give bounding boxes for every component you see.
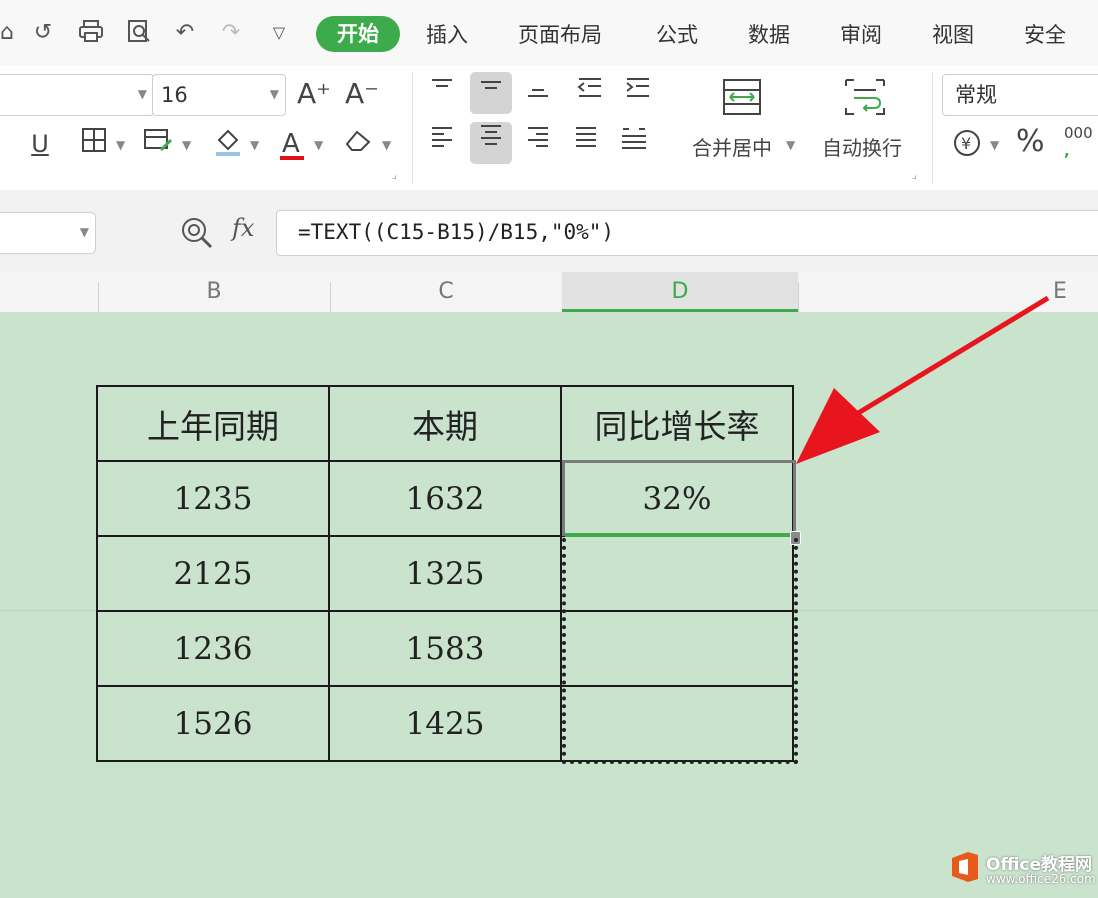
align-middle-icon[interactable] [470,72,512,114]
wrap-text-label[interactable]: 自动换行 [822,132,902,161]
thousands-separator-button[interactable]: 000, [1064,124,1093,160]
align-right-icon[interactable] [520,124,556,160]
active-cell-underline [565,533,795,537]
undo-history-icon[interactable]: ↺ [28,18,58,48]
table-cell[interactable]: 1325 [328,535,562,612]
table-cell[interactable]: 1632 [328,460,562,537]
table-header-row: 上年同期 本期 同比增长率 [96,385,794,462]
print-icon[interactable] [76,18,106,48]
decrease-font-icon[interactable]: A⁻ [344,76,380,112]
office-logo-icon [952,852,978,882]
font-name-select[interactable]: ▼ [0,74,154,116]
insert-function-button[interactable]: fx [232,214,254,242]
wrap-text-icon[interactable] [840,76,890,122]
column-separator [798,282,799,312]
distributed-align-icon[interactable] [616,124,652,160]
active-cell-border [562,460,796,536]
fill-color-icon[interactable] [210,126,246,162]
chevron-down-icon[interactable]: ▼ [382,138,391,152]
tab-view[interactable]: 视图 [932,20,974,50]
chevron-down-icon: ▼ [269,87,279,101]
tab-data[interactable]: 数据 [748,20,790,50]
table-cell[interactable]: 2125 [96,535,330,612]
tab-security[interactable]: 安全 [1024,20,1066,50]
header-current[interactable]: 本期 [328,385,562,462]
table-cell[interactable]: 1526 [96,685,330,762]
percent-style-button[interactable]: % [1016,124,1045,159]
align-bottom-icon[interactable] [520,74,556,110]
font-size-select[interactable]: 16 ▼ [152,74,286,116]
column-header-d[interactable]: D [562,272,798,312]
table-cell[interactable]: 1236 [96,610,330,687]
thousands-label: 000 [1064,124,1093,142]
tab-review[interactable]: 审阅 [840,20,882,50]
chevron-down-icon[interactable]: ▼ [250,138,259,152]
group-divider [412,72,413,184]
tab-home[interactable]: 开始 [316,16,400,52]
zoom-icon[interactable] [180,216,214,250]
font-size-value: 16 [161,83,188,107]
merge-center-icon[interactable] [718,76,768,122]
font-color-swatch [280,156,304,160]
name-box[interactable]: ▼ [0,212,96,254]
watermark-url: www.office26.com [986,872,1096,886]
currency-icon[interactable]: ¥ [952,128,982,158]
chevron-down-icon[interactable]: ▼ [116,138,125,152]
align-top-icon[interactable] [424,74,460,110]
underline-icon[interactable]: U [22,126,58,162]
align-center-icon[interactable] [470,122,512,164]
home-icon[interactable]: ⌂ [0,18,22,48]
svg-text:A: A [282,129,300,159]
chevron-down-icon[interactable]: ▽ [264,18,294,48]
tab-insert[interactable]: 插入 [426,20,468,50]
increase-font-icon[interactable]: A⁺ [296,76,332,112]
font-color-icon[interactable]: A [274,126,310,166]
table-cell[interactable]: 1583 [328,610,562,687]
header-last-year[interactable]: 上年同期 [96,385,330,462]
group-divider [932,72,933,184]
decrease-indent-icon[interactable] [572,74,608,110]
column-header: B C D E [0,272,1098,313]
undo-icon[interactable]: ↶ [170,18,200,48]
chevron-down-icon[interactable]: ▼ [990,138,999,152]
tab-formulas[interactable]: 公式 [656,20,698,50]
border-icon[interactable] [76,126,112,162]
align-left-icon[interactable] [424,124,460,160]
eraser-icon[interactable] [340,126,376,162]
redo-icon[interactable]: ↷ [216,18,246,48]
dialog-launcher-icon[interactable]: ⌟ [912,170,917,181]
header-growth-rate[interactable]: 同比增长率 [560,385,794,462]
chevron-down-icon[interactable]: ▼ [182,138,191,152]
column-header-b[interactable]: B [98,272,330,312]
merge-center-label[interactable]: 合并居中 [692,132,772,161]
chevron-down-icon[interactable]: ▼ [786,138,795,152]
formula-bar: ▼ fx =TEXT((C15-B15)/B15,"0%") [0,190,1098,272]
number-format-select[interactable]: 常规 [942,74,1098,116]
comma-icon: , [1064,142,1070,160]
chevron-down-icon: ▼ [137,87,147,101]
tab-page-layout[interactable]: 页面布局 [518,20,602,50]
table-cell[interactable]: 1425 [328,685,562,762]
chevron-down-icon: ▼ [79,225,89,239]
top-menu-bar: ⌂ ↺ ↶ ↷ ▽ 开始 插入 页面布局 公式 数据 审阅 视图 安全 [0,0,1098,66]
number-format-value: 常规 [955,83,997,107]
increase-indent-icon[interactable] [620,74,656,110]
chevron-down-icon[interactable]: ▼ [314,138,323,152]
column-header-c[interactable]: C [330,272,562,312]
justify-icon[interactable] [568,124,604,160]
formula-text: =TEXT((C15-B15)/B15,"0%") [298,220,615,244]
svg-text:¥: ¥ [961,134,971,153]
table-cell[interactable]: 1235 [96,460,330,537]
copy-marquee [562,538,798,764]
column-header-e[interactable]: E [1040,272,1080,312]
cell-style-icon[interactable] [140,126,176,162]
print-preview-icon[interactable] [124,18,154,48]
ribbon-toolbar: ▼ 16 ▼ A⁺ A⁻ U ▼ ▼ ▼ A ▼ ▼ ⌟ 合并居中 ▼ 自动换行… [0,66,1098,190]
dialog-launcher-icon[interactable]: ⌟ [392,170,397,181]
